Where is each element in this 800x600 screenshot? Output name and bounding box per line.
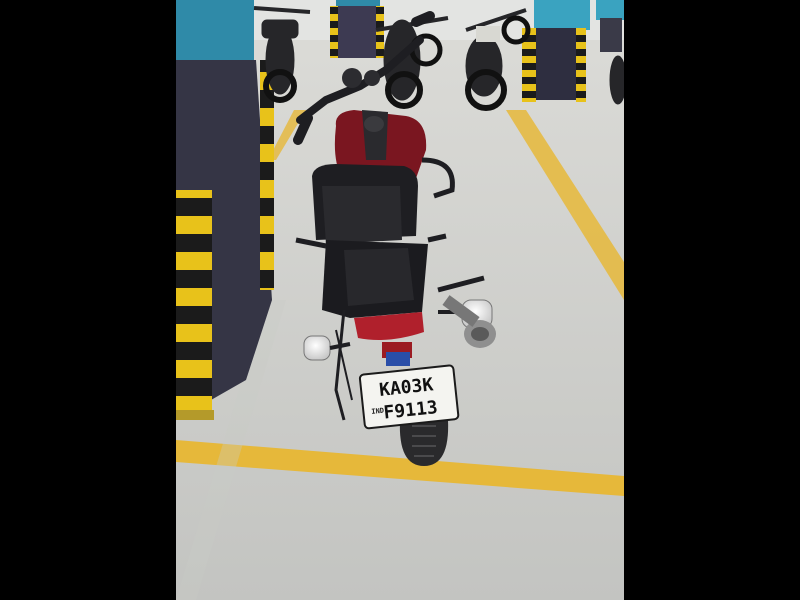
- letterbox-frame: IND KA03K F9113: [0, 0, 800, 600]
- number-plate: IND KA03K F9113: [358, 364, 460, 430]
- parking-lot-photo: IND KA03K F9113: [176, 0, 624, 600]
